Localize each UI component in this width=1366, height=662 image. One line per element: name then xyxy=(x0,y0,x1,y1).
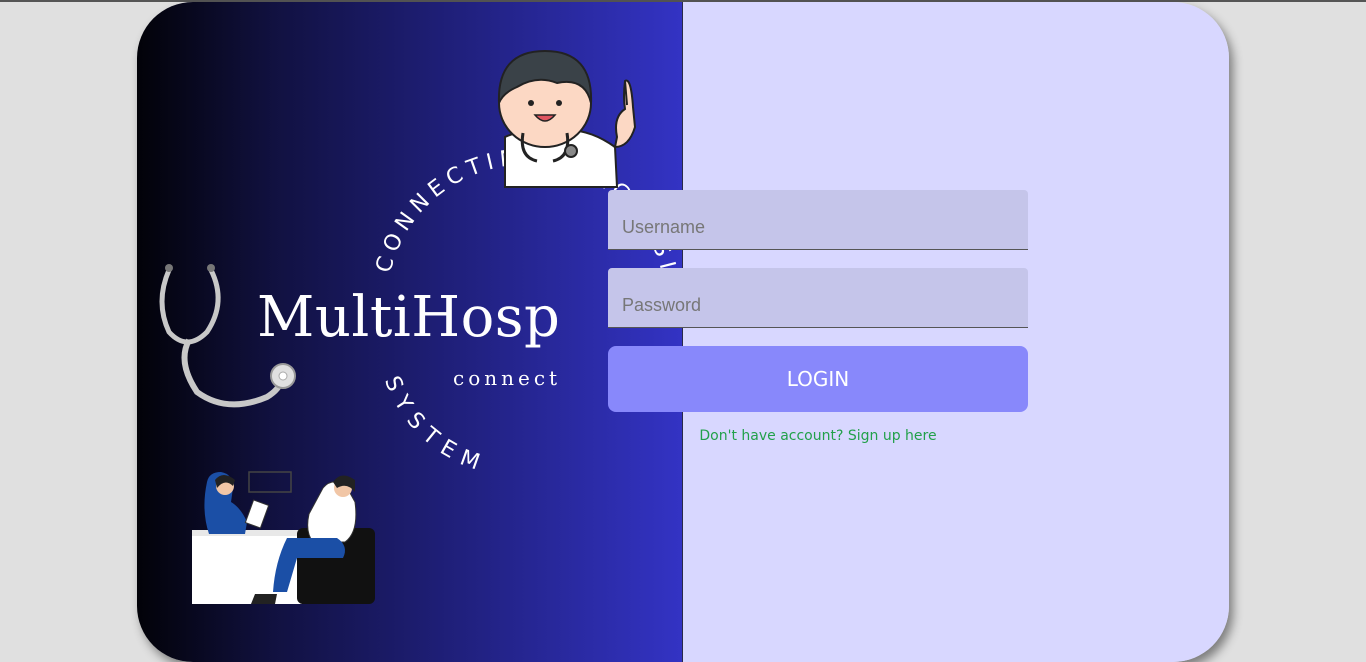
login-card: CONNECTING DIAGNOSIS SYSTEM xyxy=(137,2,1229,662)
brand-tagline: connect xyxy=(453,366,562,390)
brand-name: MultiHosp xyxy=(257,285,561,350)
brand-panel: CONNECTING DIAGNOSIS SYSTEM xyxy=(137,2,683,662)
consultation-illustration xyxy=(192,471,375,604)
signup-link[interactable]: Don't have account? Sign up here xyxy=(608,428,1028,444)
login-button[interactable]: LOGIN xyxy=(608,346,1028,412)
password-input[interactable] xyxy=(608,268,1028,328)
username-input[interactable] xyxy=(608,190,1028,250)
doctor-cartoon-icon xyxy=(497,49,637,188)
login-panel xyxy=(683,2,1229,662)
